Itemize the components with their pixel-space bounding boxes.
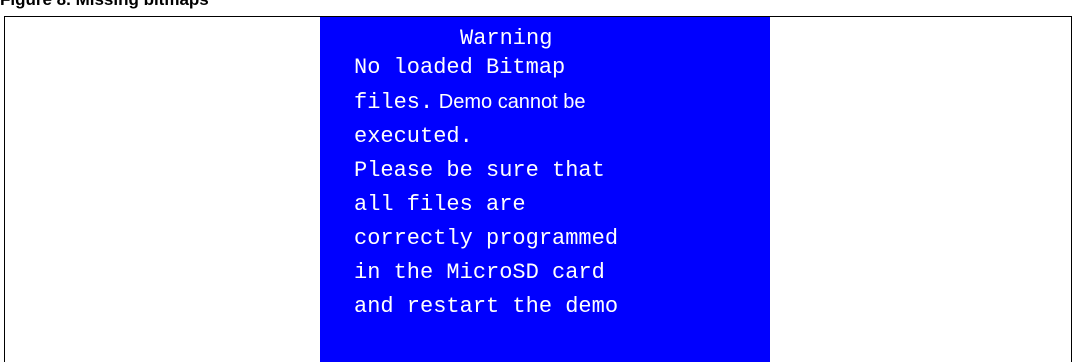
warning-line-2a: files. [354,90,434,115]
warning-line-7: in the MicroSD card [354,260,605,285]
warning-line-2: files. Demo cannot be [354,85,770,120]
lcd-warning-screen: Warning No loaded Bitmap files. Demo can… [320,17,770,362]
warning-line-1: No loaded Bitmap [354,55,566,80]
warning-line-2b: Demo cannot be [438,91,586,113]
warning-title: Warning [460,26,553,51]
warning-line-3: executed. [354,124,473,149]
warning-line-4: Please be sure that [354,158,605,183]
warning-line-5: all files are [354,192,526,217]
warning-line-6: correctly programmed [354,226,619,251]
figure-caption: Figure 8. Missing bitmaps [0,0,209,11]
warning-line-8: and restart the demo [354,294,619,319]
